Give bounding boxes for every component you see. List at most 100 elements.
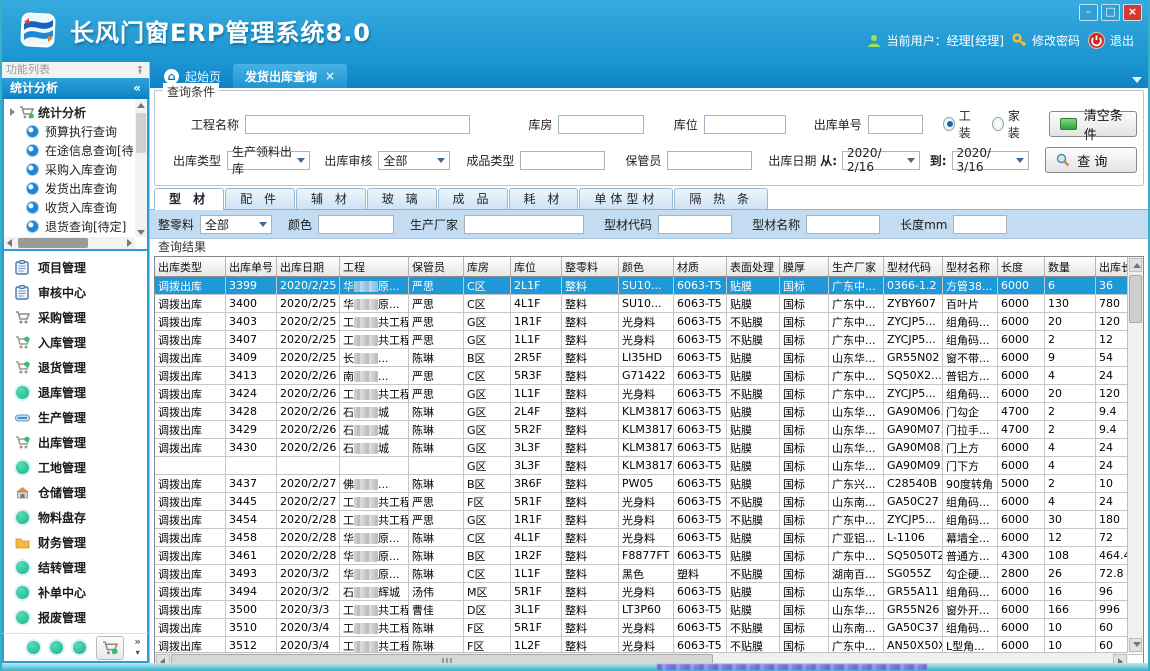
column-header-型材代码[interactable]: 型材代码 <box>884 257 943 277</box>
sidebar-item-工地管理[interactable]: 工地管理 <box>4 455 147 480</box>
location-input[interactable] <box>704 115 786 134</box>
sidebar-overflow-button[interactable]: »▾ <box>134 637 141 658</box>
table-row[interactable]: 调拨出库34302020/2/26石城陈琳G区3L3F整料KLM38176063… <box>155 439 1144 457</box>
whole-piece-select[interactable]: 全部 <box>200 215 272 234</box>
tree-root-statistics[interactable]: 统计分析 <box>10 102 145 122</box>
table-row[interactable]: 调拨出库35002020/3/3工共工程曹佳D区3L1F整料LT3P606063… <box>155 601 1144 619</box>
out-type-select[interactable]: 生产领料出库 <box>227 151 310 170</box>
radio-gongzhuang-icon[interactable] <box>943 117 955 131</box>
material-tab-成品[interactable]: 成 品 <box>438 188 508 209</box>
section-header[interactable]: 统计分析 « <box>2 78 149 99</box>
table-row[interactable]: 调拨出库34582020/2/28华原...陈琳C区4L1F整料光身料6063-… <box>155 529 1144 547</box>
warehouse-input[interactable] <box>558 115 643 134</box>
sidebar-item-审核中心[interactable]: 审核中心 <box>4 280 147 305</box>
sidebar-item-财务管理[interactable]: 财务管理 <box>4 530 147 555</box>
table-vertical-scrollbar[interactable] <box>1127 257 1143 653</box>
table-row[interactable]: 调拨出库34542020/2/28工共工程严思G区1R1F整料光身料6063-T… <box>155 511 1144 529</box>
tree-item-1[interactable]: 在途信息查询[待 <box>10 141 145 160</box>
change-password-link[interactable]: 修改密码 <box>1012 32 1080 49</box>
column-header-库位[interactable]: 库位 <box>511 257 562 277</box>
table-row[interactable]: 调拨出库34932020/3/2华原...陈琳C区1L1F整料黑色塑料不贴膜国标… <box>155 565 1144 583</box>
radio-jiazhuang-icon[interactable] <box>992 117 1004 131</box>
sidebar-item-结转管理[interactable]: 结转管理 <box>4 555 147 580</box>
sidebar-item-入库管理[interactable]: 入库管理 <box>4 330 147 355</box>
color-input[interactable] <box>318 215 394 234</box>
tree-vertical-scrollbar[interactable] <box>135 99 147 237</box>
sidebar-item-生产管理[interactable]: 生产管理 <box>4 405 147 430</box>
column-header-颜色[interactable]: 颜色 <box>619 257 674 277</box>
footer-cart-button[interactable] <box>96 636 124 660</box>
material-tab-单体型材[interactable]: 单体型材 <box>579 188 673 209</box>
table-row[interactable]: 调拨出库34132020/2/26南...严思C区5R3F整料G71422606… <box>155 367 1144 385</box>
keeper-input[interactable] <box>667 151 752 170</box>
material-tab-玻璃[interactable]: 玻 璃 <box>367 188 437 209</box>
table-row[interactable]: 调拨出库34032020/2/25工共工程严思G区1R1F整料光身料6063-T… <box>155 313 1144 331</box>
date-to-picker[interactable]: 2020/ 3/16 <box>952 151 1030 170</box>
table-row[interactable]: 调拨出库34282020/2/26石城陈琳G区2L4F整料KLM38176063… <box>155 403 1144 421</box>
tree-horizontal-scrollbar[interactable] <box>4 237 135 249</box>
table-row[interactable]: 调拨出库34372020/2/27佛...陈琳B区3R6F整料PW056063-… <box>155 475 1144 493</box>
column-header-出库类型[interactable]: 出库类型 <box>155 257 226 277</box>
footer-circle-icon[interactable] <box>50 641 63 654</box>
column-header-工程[interactable]: 工程 <box>340 257 409 277</box>
column-header-型材名称[interactable]: 型材名称 <box>943 257 998 277</box>
footer-circle-icon[interactable] <box>73 641 86 654</box>
work-decor-radio[interactable]: 工装 <box>943 107 978 141</box>
logout-link[interactable]: 退出 <box>1088 32 1134 49</box>
close-button[interactable]: × <box>1123 4 1142 21</box>
column-header-生产厂家[interactable]: 生产厂家 <box>829 257 884 277</box>
table-row[interactable]: 调拨出库34942020/3/2石辉城汤伟M区5R1F整料光身料6063-T5贴… <box>155 583 1144 601</box>
product-type-input[interactable] <box>520 151 605 170</box>
column-header-数量[interactable]: 数量 <box>1045 257 1096 277</box>
table-row[interactable]: 调拨出库34612020/2/28华原...陈琳B区1R2F整料F8877FT6… <box>155 547 1144 565</box>
column-header-库房[interactable]: 库房 <box>464 257 511 277</box>
table-row[interactable]: 调拨出库34092020/2/25长...陈琳B区2R5F整料LI35HD606… <box>155 349 1144 367</box>
material-tab-辅材[interactable]: 辅 材 <box>296 188 366 209</box>
material-tab-耗材[interactable]: 耗 材 <box>509 188 579 209</box>
table-row[interactable]: 调拨出库34452020/2/27工共工程严思F区5R1F整料光身料6063-T… <box>155 493 1144 511</box>
sidebar-item-采购管理[interactable]: 采购管理 <box>4 305 147 330</box>
tree-item-3[interactable]: 发货出库查询 <box>10 179 145 198</box>
search-button[interactable]: 查 询 <box>1045 147 1137 173</box>
clear-conditions-button[interactable]: 清空条件 <box>1049 111 1137 137</box>
footer-circle-icon[interactable] <box>27 641 40 654</box>
sidebar-item-退货管理[interactable]: 退货管理 <box>4 355 147 380</box>
column-header-长度[interactable]: 长度 <box>998 257 1045 277</box>
sidebar-item-物料盘存[interactable]: 物料盘存 <box>4 505 147 530</box>
name-input[interactable] <box>806 215 880 234</box>
maximize-button[interactable]: □ <box>1101 4 1120 21</box>
out-audit-select[interactable]: 全部 <box>378 151 450 170</box>
material-tab-配件[interactable]: 配 件 <box>225 188 295 209</box>
out-no-input[interactable] <box>868 115 923 134</box>
table-row[interactable]: 调拨出库34292020/2/26石城陈琳G区5R2F整料KLM38176063… <box>155 421 1144 439</box>
sidebar-item-补单中心[interactable]: 补单中心 <box>4 580 147 605</box>
tree-item-5[interactable]: 退货查询[待定] <box>10 217 145 236</box>
tab-list-dropdown-icon[interactable] <box>1132 77 1142 83</box>
collapse-icon[interactable]: « <box>133 78 141 99</box>
material-tab-型材[interactable]: 型 材 <box>154 188 224 210</box>
tab-close-icon[interactable]: × <box>325 69 335 83</box>
project-name-input[interactable] <box>245 115 470 134</box>
tab-发货出库查询[interactable]: 发货出库查询× <box>233 64 347 88</box>
column-header-保管员[interactable]: 保管员 <box>409 257 464 277</box>
code-input[interactable] <box>658 215 732 234</box>
table-row[interactable]: 调拨出库34242020/2/26工共工程严思G区1L1F整料光身料6063-T… <box>155 385 1144 403</box>
table-row[interactable]: 调拨出库33992020/2/25华原...严思C区2L1F整料SU10...6… <box>155 277 1144 295</box>
tree-expand-icon[interactable] <box>10 108 15 116</box>
column-header-材质[interactable]: 材质 <box>674 257 727 277</box>
column-header-出库日期[interactable]: 出库日期 <box>277 257 340 277</box>
pin-icon[interactable] <box>135 65 145 75</box>
table-row[interactable]: G区3L3F整料KLM38176063-T5贴膜国标山东华...GA90M09.… <box>155 457 1144 475</box>
date-from-picker[interactable]: 2020/ 2/16 <box>842 151 920 170</box>
maker-input[interactable] <box>464 215 584 234</box>
sidebar-item-项目管理[interactable]: 项目管理 <box>4 255 147 280</box>
column-header-膜厚[interactable]: 膜厚 <box>780 257 829 277</box>
sidebar-item-出库管理[interactable]: 出库管理 <box>4 430 147 455</box>
tree-item-2[interactable]: 采购入库查询 <box>10 160 145 179</box>
length-input[interactable] <box>953 215 1007 234</box>
sidebar-item-报废管理[interactable]: 报废管理 <box>4 605 147 630</box>
tree-item-4[interactable]: 收货入库查询 <box>10 198 145 217</box>
tree-item-0[interactable]: 预算执行查询 <box>10 122 145 141</box>
column-header-表面处理[interactable]: 表面处理 <box>727 257 780 277</box>
column-header-整零料[interactable]: 整零料 <box>562 257 619 277</box>
